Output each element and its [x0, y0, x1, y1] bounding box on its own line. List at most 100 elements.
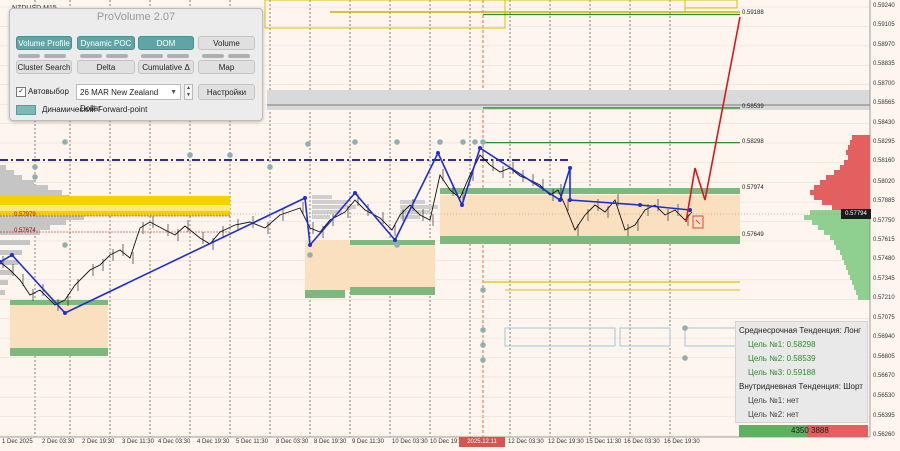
- time-tick-label: 10 Dec 03:30: [392, 439, 428, 445]
- mini-toggle-1[interactable]: [18, 54, 40, 58]
- settings-button[interactable]: Настройки: [198, 84, 255, 100]
- cluster-dot-4: [187, 152, 193, 158]
- right-profile-buy-8: [840, 250, 870, 255]
- mini-toggle-7[interactable]: [202, 54, 224, 58]
- price-tick-label: 0.57345: [873, 275, 895, 282]
- cumulative-delta-button[interactable]: Cumulative Δ: [138, 60, 194, 74]
- target-level-label: 0.58539: [742, 103, 764, 110]
- zigzag-point-9: [478, 146, 482, 150]
- green-zone-mid-top: [350, 240, 435, 245]
- price-tick-label: 0.58020: [873, 178, 895, 185]
- zigzag-point-8: [460, 203, 464, 207]
- time-tick-label: 4 Dec 19:30: [197, 439, 230, 445]
- target-level-label: 0.57649: [742, 232, 764, 239]
- price-tick-label: 0.59240: [873, 3, 895, 9]
- cluster-search-button[interactable]: Cluster Search: [16, 60, 72, 74]
- time-tick-label: 15 Dec 11:30: [586, 439, 622, 445]
- gray-zone-edge: [267, 104, 870, 106]
- mid-profile-bar-4: [312, 215, 330, 219]
- map-button[interactable]: Map: [198, 60, 255, 74]
- zigzag-point-10: [558, 198, 562, 202]
- volume-button[interactable]: Volume: [198, 36, 255, 50]
- cluster-dot-2: [62, 139, 68, 145]
- price-tick-label: 0.58970: [873, 41, 895, 48]
- time-tick-label: 16 Dec 19:30: [664, 439, 700, 445]
- target-1: Цель №1: 0.58298: [748, 340, 816, 349]
- right-profile-sell-11: [810, 190, 870, 195]
- price-tick-label: 0.58295: [873, 139, 895, 146]
- left-profile-bar-1: [0, 170, 14, 175]
- price-tick-label: 0.58700: [873, 80, 895, 87]
- right-profile-sell-5: [844, 160, 870, 165]
- provolume-panel: ProVolume 2.07 Volume Profile Dynamic PO…: [9, 8, 263, 121]
- panel-title: ProVolume 2.07: [96, 11, 176, 23]
- price-tick-label: 0.56530: [873, 393, 895, 400]
- right-profile-buy-16: [856, 290, 870, 295]
- cluster-dot-20: [682, 325, 688, 331]
- price-tick-label: 0.56805: [873, 353, 895, 360]
- volume-profile-button[interactable]: Volume Profile: [16, 36, 72, 50]
- zigzag-point-5: [353, 191, 357, 195]
- right-profile-sell-4: [848, 155, 870, 160]
- price-tick-label: 0.56260: [873, 432, 895, 438]
- cluster-dot-12: [437, 139, 443, 145]
- cluster-dot-17: [480, 327, 486, 333]
- mini-toggle-3[interactable]: [80, 54, 102, 58]
- cluster-dot-13: [460, 139, 466, 145]
- right-profile-sell-1: [850, 140, 870, 145]
- mini-toggle-6[interactable]: [167, 54, 189, 58]
- target-level-label: 0.59188: [742, 10, 764, 17]
- cluster-dot-15: [480, 139, 486, 145]
- left-poc-core: [0, 205, 230, 211]
- dynamic-poc-button[interactable]: Dynamic POC: [77, 36, 135, 50]
- price-tick-label: 0.58835: [873, 61, 895, 68]
- right-profile-buy-13: [850, 275, 870, 280]
- time-tick-label: 9 Dec 11:30: [352, 439, 384, 445]
- time-tick-label: 8 Dec 03:30: [276, 439, 309, 445]
- zigzag-point-4: [308, 243, 312, 247]
- right-profile-sell-8: [826, 175, 870, 180]
- mid-profile-bar-0: [312, 195, 332, 199]
- right-profile-buy-10: [844, 260, 870, 265]
- right-profile-sell-9: [820, 180, 870, 185]
- forward-point-label: Динамический Forward-point: [42, 105, 148, 115]
- forward-point-toggle[interactable]: Динамический Forward-point: [16, 105, 147, 115]
- price-tick-label: 0.57075: [873, 314, 895, 321]
- cluster-dot-9: [352, 139, 358, 145]
- time-highlight-label: 2025.12.11 16:15: [459, 437, 505, 451]
- instrument-stepper[interactable]: ▲ ▼: [184, 84, 193, 100]
- right-profile-sell-3: [846, 150, 870, 155]
- buy-volume-value: 4350: [791, 426, 809, 435]
- zigzag-point-1: [10, 253, 14, 257]
- left-profile-bar-0: [0, 165, 6, 170]
- cluster-dot-18: [480, 342, 486, 348]
- mini-toggle-2[interactable]: [44, 54, 66, 58]
- right-profile-buy-12: [848, 270, 870, 275]
- mini-toggle-8[interactable]: [228, 54, 250, 58]
- dom-button[interactable]: DOM: [138, 36, 194, 50]
- right-profile-buy-3: [818, 225, 870, 230]
- cluster-dot-10: [394, 139, 400, 145]
- mini-toggle-5[interactable]: [141, 54, 163, 58]
- left-profile-bar-18: [0, 280, 8, 285]
- auto-select-checkbox[interactable]: ✓ Автовыбор: [16, 87, 69, 97]
- mini-toggle-4[interactable]: [106, 54, 128, 58]
- left-level-label: 0.57979: [14, 212, 36, 218]
- gray-resistance-zone: [267, 90, 870, 110]
- trading-terminal: NZDUSD,M15 ProVolume 2.07 Volume Profile…: [0, 0, 900, 451]
- volume-balance-bar: 4350 3888: [739, 425, 868, 437]
- green-zone-mid-left: [305, 290, 345, 298]
- auto-select-label: Автовыбор: [28, 87, 69, 97]
- current-price-label: 0.57794: [841, 209, 871, 219]
- green-zone-mid: [350, 287, 435, 295]
- price-tick-label: 0.57885: [873, 198, 895, 205]
- delta-button[interactable]: Delta: [77, 60, 135, 74]
- green-zone-left-bottom: [10, 348, 108, 356]
- cluster-dot-3: [62, 242, 68, 248]
- instrument-select[interactable]: 26 MAR New Zealand Dollar ▼: [76, 84, 181, 113]
- right-profile-buy-17: [858, 295, 870, 300]
- price-tick-label: 0.59105: [873, 22, 895, 29]
- left-level-label: 0.57674: [14, 228, 36, 234]
- price-tick-label: 0.57750: [873, 217, 895, 224]
- intraday-target-1: Цель №1: нет: [748, 396, 799, 405]
